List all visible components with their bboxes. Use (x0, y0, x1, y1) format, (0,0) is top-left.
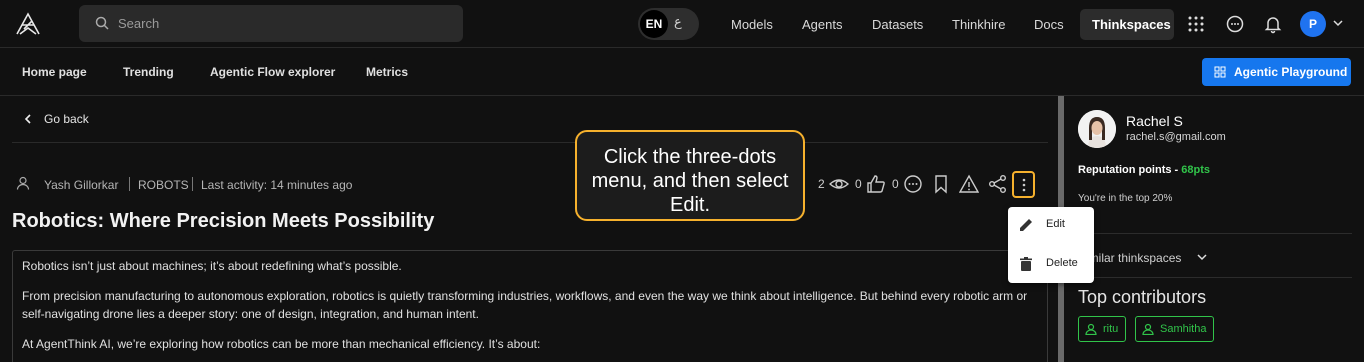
bell-icon[interactable] (1263, 14, 1283, 34)
user-email: rachel.s@gmail.com (1126, 131, 1226, 143)
top-bar: Search EN ع Models Agents Datasets Think… (0, 0, 1364, 48)
chevron-down-icon[interactable] (1196, 251, 1208, 263)
divider (1078, 233, 1352, 234)
apps-grid-icon[interactable] (1186, 14, 1206, 34)
more-options-button[interactable] (1012, 171, 1035, 198)
user-icon (16, 176, 30, 190)
post-options-menu: Edit Delete (1008, 207, 1094, 283)
nav-datasets[interactable]: Datasets (860, 9, 935, 40)
menu-item-label: Edit (1046, 218, 1065, 230)
share-icon[interactable] (988, 174, 1008, 194)
contributor-name: ritu (1103, 323, 1119, 335)
instruction-tooltip: Click the three-dots menu, and then sele… (575, 130, 805, 221)
divider (1078, 277, 1352, 278)
subnav-trending[interactable]: Trending (123, 65, 174, 79)
lang-en-option[interactable]: EN (640, 10, 668, 38)
post-paragraph: From precision manufacturing to autonomo… (22, 289, 1028, 321)
menu-item-delete[interactable]: Delete (1008, 246, 1094, 282)
nav-docs[interactable]: Docs (1022, 9, 1076, 40)
post-paragraph: Robotics isn’t just about machines; it’s… (22, 259, 402, 273)
three-dots-vertical-icon (1022, 178, 1026, 192)
divider (12, 142, 1048, 143)
sub-nav: Home page Trending Agentic Flow explorer… (0, 48, 1364, 96)
post-paragraph: At AgentThink AI, we’re exploring how ro… (22, 337, 541, 351)
chat-icon[interactable] (1225, 14, 1245, 34)
top-contributors-heading: Top contributors (1078, 287, 1207, 307)
agentic-playground-label: Agentic Playground (1234, 65, 1348, 79)
menu-item-label: Delete (1046, 257, 1078, 269)
reputation-value: 68pts (1181, 164, 1211, 176)
nav-thinkhire[interactable]: Thinkhire (940, 9, 1017, 40)
likes-count: 0 (855, 177, 862, 191)
chevron-left-icon (24, 114, 31, 124)
subnav-home-page[interactable]: Home page (22, 65, 87, 79)
views-count: 2 (818, 177, 825, 191)
go-back-label: Go back (44, 112, 89, 126)
profile-avatar[interactable]: P (1300, 11, 1326, 37)
app-logo-icon[interactable] (14, 10, 42, 38)
search-placeholder: Search (118, 16, 160, 31)
chevron-down-icon[interactable] (1332, 18, 1344, 28)
subnav-metrics[interactable]: Metrics (366, 65, 408, 79)
playground-icon (1214, 66, 1226, 78)
post-title: Robotics: Where Precision Meets Possibil… (12, 210, 435, 232)
language-toggle[interactable]: EN ع (638, 8, 699, 40)
search-icon (95, 16, 109, 30)
post-last-activity: Last activity: 14 minutes ago (201, 178, 353, 192)
meta-separator (129, 177, 130, 191)
user-icon (1085, 323, 1097, 335)
pencil-icon (1020, 219, 1032, 231)
top-percent-text: You're in the top 20% (1078, 193, 1173, 204)
search-bar[interactable]: Search (79, 5, 463, 42)
meta-separator (192, 177, 193, 191)
post-category[interactable]: ROBOTS (138, 178, 189, 192)
nav-agents[interactable]: Agents (790, 9, 854, 40)
lang-ar-option[interactable]: ع (674, 15, 682, 30)
trash-icon (1020, 257, 1032, 271)
contributor-chip-samhitha[interactable]: Samhitha (1135, 316, 1214, 342)
bookmark-icon[interactable] (931, 174, 951, 194)
report-warning-icon[interactable] (959, 174, 979, 194)
comment-icon[interactable] (903, 174, 923, 194)
post-author[interactable]: Yash Gillorkar (44, 178, 118, 192)
user-name: Rachel S (1126, 113, 1183, 129)
thumbs-up-icon[interactable] (866, 174, 886, 194)
user-photo-icon (1078, 110, 1116, 148)
user-icon (1142, 323, 1154, 335)
agentic-playground-button[interactable]: Agentic Playground (1202, 58, 1351, 86)
menu-item-edit[interactable]: Edit (1008, 207, 1094, 243)
subnav-agentic-flow-explorer[interactable]: Agentic Flow explorer (210, 65, 335, 79)
comments-count: 0 (892, 177, 899, 191)
nav-models[interactable]: Models (719, 9, 785, 40)
contributor-chip-ritu[interactable]: ritu (1078, 316, 1126, 342)
contributor-name: Samhitha (1160, 323, 1207, 335)
reputation-label: Reputation points - (1078, 164, 1182, 176)
reputation-points: Reputation points - 68pts (1078, 164, 1210, 176)
eye-icon (829, 179, 849, 189)
user-avatar (1078, 110, 1116, 148)
nav-thinkspaces[interactable]: Thinkspaces (1080, 9, 1174, 40)
